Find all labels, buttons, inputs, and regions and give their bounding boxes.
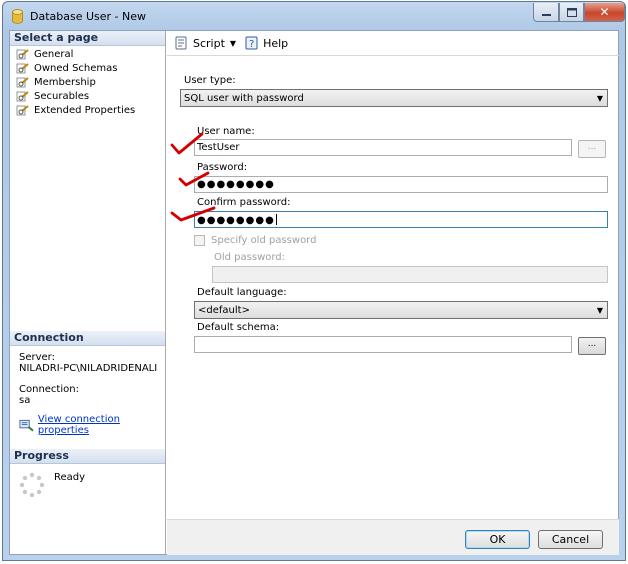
text-caret xyxy=(275,214,277,225)
user-type-select[interactable]: SQL user with password ▼ xyxy=(180,89,608,107)
page-item-securables[interactable]: Securables xyxy=(16,89,165,103)
old-password-input[interactable] xyxy=(212,266,608,283)
chevron-down-icon: ▼ xyxy=(596,94,603,103)
progress-section: Progress Ready xyxy=(10,449,165,498)
user-name-browse-button[interactable]: ... xyxy=(578,140,606,158)
user-name-label: User name: xyxy=(197,126,255,137)
cancel-button[interactable]: Cancel xyxy=(538,530,603,549)
script-button[interactable]: Script ▼ xyxy=(174,36,236,50)
page-list: General Owned Schemas Membership Securab… xyxy=(10,46,165,117)
page-item-owned-schemas[interactable]: Owned Schemas xyxy=(16,61,165,75)
help-button[interactable]: ? Help xyxy=(244,36,288,50)
page-wrench-icon xyxy=(16,48,29,59)
connection-value: sa xyxy=(19,395,31,406)
minimize-icon xyxy=(541,13,551,16)
help-label: Help xyxy=(263,36,289,50)
progress-spinner-icon xyxy=(19,472,45,498)
page-wrench-icon xyxy=(16,104,29,115)
svg-text:?: ? xyxy=(249,39,254,50)
default-schema-browse-button[interactable]: ... xyxy=(578,337,606,355)
user-name-input[interactable]: TestUser xyxy=(194,139,572,156)
connection-properties-icon xyxy=(19,419,34,431)
checkmark-annotation-icon xyxy=(170,132,204,155)
dialog-button-bar: OK Cancel xyxy=(167,519,619,555)
maximize-icon xyxy=(566,7,577,17)
default-language-label: Default language: xyxy=(197,287,287,298)
checkmark-annotation-icon xyxy=(170,206,216,222)
view-connection-properties-link[interactable]: View connection properties xyxy=(38,414,165,436)
server-value: NILADRI-PC\NILADRIDENALI xyxy=(19,363,158,374)
dialog-window: Database User - New ✕ Select a page Gene… xyxy=(2,1,626,561)
toolbar: Script ▼ ? Help xyxy=(167,31,619,56)
specify-old-password-label: Specify old password xyxy=(211,235,317,246)
default-schema-label: Default schema: xyxy=(197,322,280,333)
specify-old-password-checkbox[interactable] xyxy=(194,235,205,246)
connection-label: Connection: xyxy=(19,384,79,395)
help-icon: ? xyxy=(245,36,258,50)
chevron-down-icon: ▼ xyxy=(596,306,603,315)
default-schema-input[interactable] xyxy=(194,336,572,353)
minimize-button[interactable] xyxy=(533,3,559,22)
page-item-label: Membership xyxy=(34,76,96,88)
maximize-button[interactable] xyxy=(559,3,584,22)
page-wrench-icon xyxy=(16,62,29,73)
specify-old-password-row[interactable]: Specify old password xyxy=(194,235,316,246)
window-title: Database User - New xyxy=(30,10,147,23)
connection-section: Connection Server: NILADRI-PC\NILADRIDEN… xyxy=(10,331,165,436)
page-item-membership[interactable]: Membership xyxy=(16,75,165,89)
progress-status: Ready xyxy=(54,472,86,483)
page-item-extended-properties[interactable]: Extended Properties xyxy=(16,103,165,117)
title-bar[interactable]: Database User - New ✕ xyxy=(3,2,625,30)
script-icon xyxy=(175,36,187,50)
old-password-label: Old password: xyxy=(214,252,286,263)
close-icon: ✕ xyxy=(599,5,610,19)
progress-header: Progress xyxy=(10,449,165,464)
page-item-general[interactable]: General xyxy=(16,47,165,61)
script-label: Script xyxy=(193,36,225,50)
database-icon xyxy=(12,9,23,24)
default-language-select[interactable]: <default> ▼ xyxy=(194,301,608,319)
close-button[interactable]: ✕ xyxy=(584,3,625,22)
user-type-value: SQL user with password xyxy=(184,93,304,104)
user-type-label: User type: xyxy=(184,75,236,86)
select-page-header: Select a page xyxy=(10,31,165,46)
confirm-password-input[interactable]: ●●●●●●●● xyxy=(194,211,608,228)
page-item-label: Extended Properties xyxy=(34,104,136,116)
checkmark-annotation-icon xyxy=(178,171,210,187)
chevron-down-icon[interactable]: ▼ xyxy=(230,39,236,48)
default-language-value: <default> xyxy=(198,305,250,316)
left-panel: Select a page General Owned Schemas Memb… xyxy=(10,31,166,554)
dialog-client-area: Select a page General Owned Schemas Memb… xyxy=(9,30,619,555)
page-wrench-icon xyxy=(16,76,29,87)
page-item-label: General xyxy=(34,48,74,60)
general-page-panel: Script ▼ ? Help User type: SQL user with… xyxy=(167,31,619,519)
page-item-label: Securables xyxy=(34,90,90,102)
page-item-label: Owned Schemas xyxy=(34,62,118,74)
connection-header: Connection xyxy=(10,331,165,346)
ok-button[interactable]: OK xyxy=(465,530,530,549)
server-label: Server: xyxy=(19,352,55,363)
password-input[interactable]: ●●●●●●●● xyxy=(194,176,608,193)
page-wrench-icon xyxy=(16,90,29,101)
